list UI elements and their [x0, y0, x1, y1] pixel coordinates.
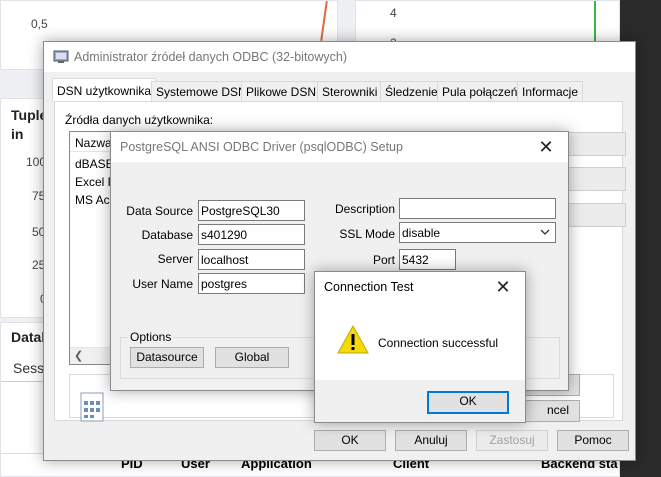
data-source-field[interactable]: PostgreSQL30: [198, 200, 305, 221]
scroll-left-icon[interactable]: ❮: [74, 349, 83, 362]
connection-test-titlebar[interactable]: Connection Test ✕: [315, 272, 525, 302]
connection-message: Connection successful: [378, 336, 499, 350]
bg-chart-line: [594, 1, 596, 41]
database-label: Database: [141, 228, 193, 242]
connection-test-dialog: Connection Test ✕ Connection successful …: [314, 271, 526, 423]
chevron-down-icon[interactable]: [539, 224, 551, 242]
bg-sessions-tab[interactable]: Sess: [13, 360, 44, 376]
odbc-ok-button[interactable]: OK: [314, 430, 386, 451]
list-item[interactable]: dBASE: [75, 157, 114, 171]
database-field[interactable]: s401290: [198, 224, 305, 245]
description-label: Description: [334, 202, 395, 216]
options-label: Options: [128, 330, 174, 344]
odbc-help-button[interactable]: Pomoc: [557, 430, 629, 451]
tab-file-dsn[interactable]: Plikowe DSN: [241, 81, 322, 101]
tab-about[interactable]: Informacje: [517, 81, 584, 101]
pg-setup-title: PostgreSQL ANSI ODBC Driver (psqlODBC) S…: [120, 140, 403, 154]
odbc-apply-button[interactable]: Zastosuj: [476, 430, 548, 451]
tab-drivers[interactable]: Sterowniki: [317, 81, 383, 101]
tab-system-dsn[interactable]: Systemowe DSN: [151, 81, 252, 101]
warning-icon: [337, 324, 369, 356]
server-field[interactable]: localhost: [198, 249, 305, 270]
connection-ok-button[interactable]: OK: [427, 391, 509, 414]
odbc-app-icon: [53, 50, 69, 64]
bg-tuples-panel: Tuple in 100 75 50 25 0: [0, 98, 48, 318]
port-field[interactable]: 5432: [399, 249, 456, 270]
bg-axis-tick: 0,5: [31, 17, 48, 31]
odbc-admin-title: Administrator źródeł danych ODBC (32-bit…: [74, 50, 348, 64]
bg-chart-line: [320, 1, 328, 41]
user-name-label: User Name: [132, 277, 193, 291]
datasource-button[interactable]: Datasource: [130, 347, 204, 368]
odbc-info-icon: [77, 391, 109, 423]
tab-tracing[interactable]: Śledzenie: [380, 81, 443, 101]
tab-connection-pooling[interactable]: Pula połączeń: [437, 81, 523, 101]
ssl-mode-select[interactable]: disable: [399, 222, 556, 243]
server-label: Server: [157, 252, 193, 266]
list-header-name: Nazwa: [75, 136, 112, 150]
port-label: Port: [372, 253, 395, 267]
bg-tuples-title: Tuple: [11, 107, 48, 123]
bg-tuples-title: in: [11, 126, 24, 142]
odbc-cancel-button[interactable]: Anuluj: [395, 430, 467, 451]
pg-setup-titlebar[interactable]: PostgreSQL ANSI ODBC Driver (psqlODBC) S…: [111, 132, 568, 162]
ssl-mode-value: disable: [402, 226, 441, 240]
close-icon[interactable]: ✕: [481, 272, 525, 302]
ssl-mode-label: SSL Mode: [339, 227, 395, 241]
bg-tab-underline: [1, 381, 49, 382]
data-source-label: Data Source: [126, 204, 193, 218]
global-button[interactable]: Global: [215, 347, 289, 368]
user-name-field[interactable]: postgres: [198, 273, 305, 294]
bg-axis-tick: 4: [390, 6, 397, 20]
close-icon[interactable]: ✕: [524, 132, 568, 162]
tab-user-dsn[interactable]: DSN użytkownika: [52, 78, 157, 102]
connection-test-title: Connection Test: [324, 280, 414, 294]
description-field[interactable]: [399, 198, 556, 219]
sources-label: Źródła danych użytkownika:: [65, 113, 214, 127]
odbc-admin-titlebar[interactable]: Administrator źródeł danych ODBC (32-bit…: [44, 42, 635, 72]
